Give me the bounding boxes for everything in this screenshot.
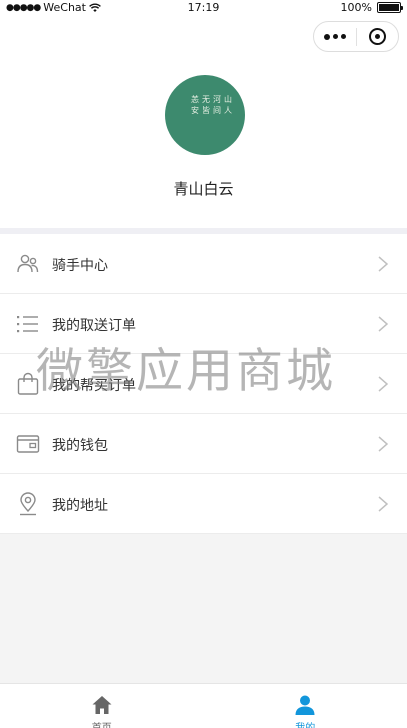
avatar-char: 山 bbox=[224, 94, 232, 104]
chevron-right-icon bbox=[378, 436, 389, 452]
menu-label: 我的地址 bbox=[52, 498, 108, 514]
avatar-char: 间 bbox=[213, 106, 221, 115]
profile-menu: 骑手中心 我的取送订单 我的帮买订单 我的钱包 我的地址 bbox=[0, 234, 407, 534]
status-bar: ●●●●● WeChat 17:19 100% bbox=[0, 0, 407, 16]
menu-label: 我的钱包 bbox=[52, 438, 108, 454]
avatar-char: 河 bbox=[213, 94, 221, 104]
tab-mine[interactable]: 我的 bbox=[204, 684, 407, 728]
avatar-char: 无 bbox=[202, 95, 210, 104]
chevron-right-icon bbox=[378, 256, 389, 272]
menu-item-address[interactable]: 我的地址 bbox=[0, 474, 407, 534]
tab-label: 首页 bbox=[0, 719, 204, 728]
menu-item-wallet[interactable]: 我的钱包 bbox=[0, 414, 407, 474]
avatar[interactable]: 山 人 河 间 无 皆 恙 安 bbox=[165, 75, 245, 155]
close-miniprogram-icon[interactable] bbox=[357, 28, 398, 45]
user-icon bbox=[295, 695, 315, 715]
menu-item-purchase-orders[interactable]: 我的帮买订单 bbox=[0, 354, 407, 414]
avatar-char: 皆 bbox=[202, 106, 210, 115]
chevron-right-icon bbox=[378, 316, 389, 332]
home-icon bbox=[92, 696, 112, 714]
rider-icon bbox=[17, 254, 39, 273]
tab-label: 我的 bbox=[204, 719, 407, 728]
avatar-char: 人 bbox=[224, 106, 232, 115]
miniprogram-capsule bbox=[313, 21, 399, 52]
avatar-calligraphy: 山 人 河 间 无 皆 恙 安 bbox=[191, 94, 232, 115]
avatar-char: 安 bbox=[191, 105, 199, 115]
battery-percent: 100% bbox=[340, 1, 372, 14]
avatar-char: 恙 bbox=[191, 94, 199, 104]
chevron-right-icon bbox=[378, 376, 389, 392]
location-pin-icon bbox=[20, 492, 36, 516]
shopping-bag-icon bbox=[17, 372, 39, 395]
profile-header: 山 人 河 间 无 皆 恙 安 青山白云 bbox=[0, 16, 407, 228]
tab-home[interactable]: 首页 bbox=[0, 684, 204, 728]
tab-bar: 首页 我的 bbox=[0, 683, 407, 728]
status-right: 100% bbox=[340, 1, 403, 14]
menu-item-delivery-orders[interactable]: 我的取送订单 bbox=[0, 294, 407, 354]
battery-icon bbox=[377, 2, 403, 13]
wallet-icon bbox=[16, 435, 40, 453]
chevron-right-icon bbox=[378, 496, 389, 512]
menu-item-rider-center[interactable]: 骑手中心 bbox=[0, 234, 407, 294]
menu-label: 骑手中心 bbox=[52, 258, 108, 274]
list-icon bbox=[17, 316, 38, 333]
menu-label: 我的取送订单 bbox=[52, 318, 136, 334]
more-options-icon[interactable] bbox=[314, 33, 356, 40]
menu-label: 我的帮买订单 bbox=[52, 378, 136, 394]
user-nickname: 青山白云 bbox=[173, 180, 234, 198]
